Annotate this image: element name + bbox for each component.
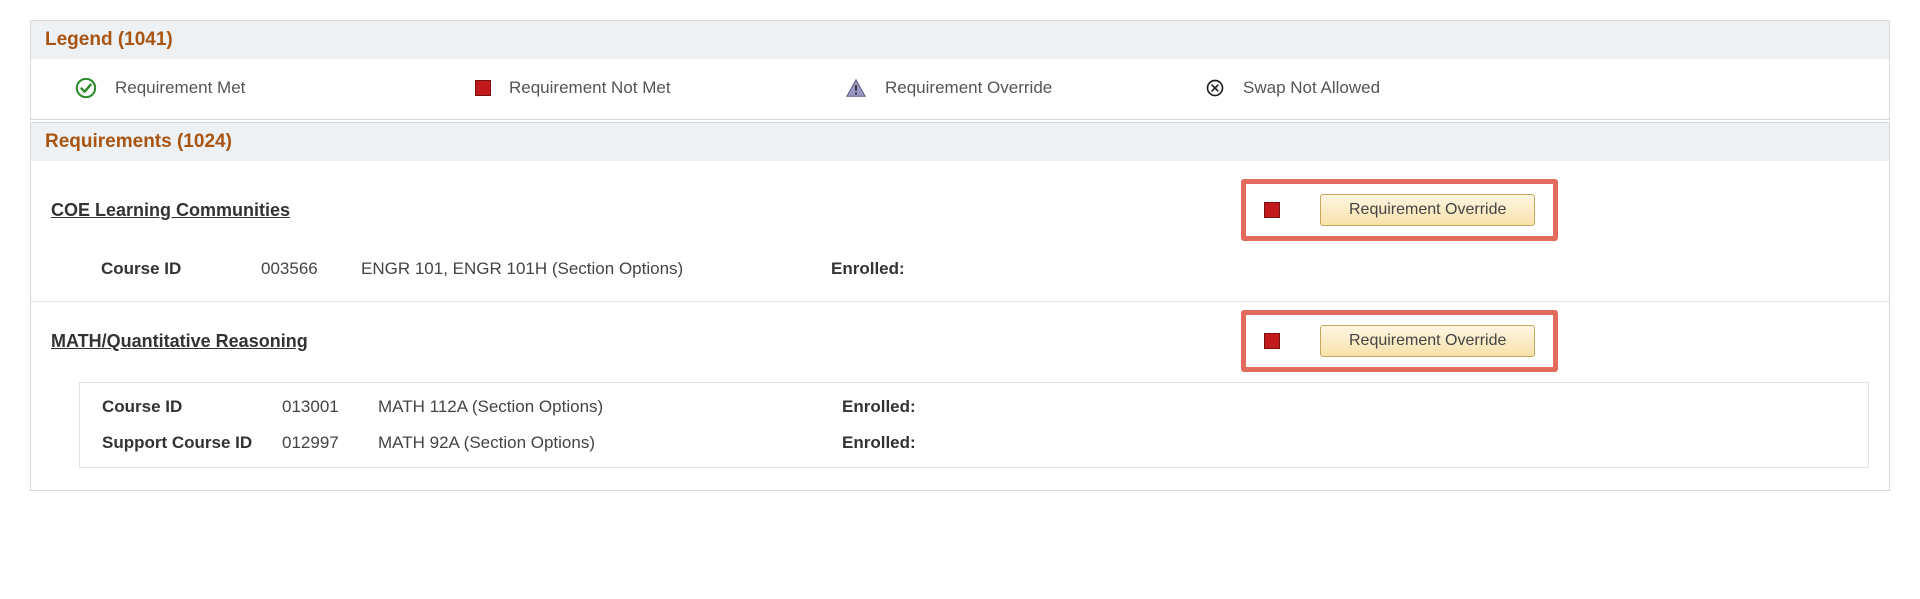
- course-description: MATH 92A (Section Options): [378, 433, 842, 453]
- requirement-header-row: MATH/Quantitative Reasoning Requirement …: [31, 302, 1889, 376]
- highlight-annotation: Requirement Override: [1241, 310, 1558, 372]
- requirement-title[interactable]: MATH/Quantitative Reasoning: [51, 331, 811, 352]
- course-id-value: 012997: [282, 433, 378, 453]
- course-id-value: 003566: [261, 259, 361, 279]
- legend-label: Requirement Not Met: [509, 78, 671, 98]
- checkmark-circle-icon: [75, 77, 97, 99]
- legend-item-not-met: Requirement Not Met: [475, 78, 845, 98]
- legend-label: Requirement Met: [115, 78, 245, 98]
- course-row: Support Course ID 012997 MATH 92A (Secti…: [80, 425, 1868, 461]
- legend-title: Legend (1041): [31, 21, 1889, 59]
- cancel-circle-icon: [1205, 78, 1225, 98]
- legend-item-override: Requirement Override: [845, 77, 1205, 99]
- course-description: MATH 112A (Section Options): [378, 397, 842, 417]
- requirement-block: MATH/Quantitative Reasoning Requirement …: [31, 302, 1889, 480]
- enrolled-label: Enrolled:: [842, 397, 916, 417]
- legend-label: Swap Not Allowed: [1243, 78, 1380, 98]
- legend-body: Requirement Met Requirement Not Met Requ…: [31, 59, 1889, 119]
- course-id-value: 013001: [282, 397, 378, 417]
- course-row: Course ID 003566 ENGR 101, ENGR 101H (Se…: [31, 245, 1889, 295]
- course-id-label: Course ID: [101, 259, 261, 279]
- warning-triangle-icon: [845, 77, 867, 99]
- course-description: ENGR 101, ENGR 101H (Section Options): [361, 259, 831, 279]
- legend-item-swap-not-allowed: Swap Not Allowed: [1205, 78, 1875, 98]
- red-square-icon: [475, 80, 491, 96]
- course-row: Course ID 013001 MATH 112A (Section Opti…: [80, 389, 1868, 425]
- legend-item-met: Requirement Met: [45, 77, 475, 99]
- red-square-icon: [1264, 333, 1280, 349]
- requirement-action-cell: Requirement Override: [1241, 179, 1558, 241]
- course-id-label: Course ID: [102, 397, 282, 417]
- enrolled-label: Enrolled:: [831, 259, 905, 279]
- enrolled-label: Enrolled:: [842, 433, 916, 453]
- highlight-annotation: Requirement Override: [1241, 179, 1558, 241]
- requirements-body: COE Learning Communities Requirement Ove…: [31, 161, 1889, 490]
- requirement-override-button[interactable]: Requirement Override: [1320, 325, 1535, 357]
- legend-label: Requirement Override: [885, 78, 1052, 98]
- requirement-header-row: COE Learning Communities Requirement Ove…: [31, 171, 1889, 245]
- support-course-id-label: Support Course ID: [102, 433, 282, 453]
- legend-section: Legend (1041) Requirement Met Requiremen…: [30, 20, 1890, 120]
- red-square-icon: [1264, 202, 1280, 218]
- course-sub-table: Course ID 013001 MATH 112A (Section Opti…: [79, 382, 1869, 468]
- requirements-title: Requirements (1024): [31, 123, 1889, 161]
- requirement-override-button[interactable]: Requirement Override: [1320, 194, 1535, 226]
- requirement-title[interactable]: COE Learning Communities: [51, 200, 811, 221]
- requirement-block: COE Learning Communities Requirement Ove…: [31, 171, 1889, 302]
- requirements-section: Requirements (1024) COE Learning Communi…: [30, 122, 1890, 491]
- requirement-action-cell: Requirement Override: [1241, 310, 1558, 372]
